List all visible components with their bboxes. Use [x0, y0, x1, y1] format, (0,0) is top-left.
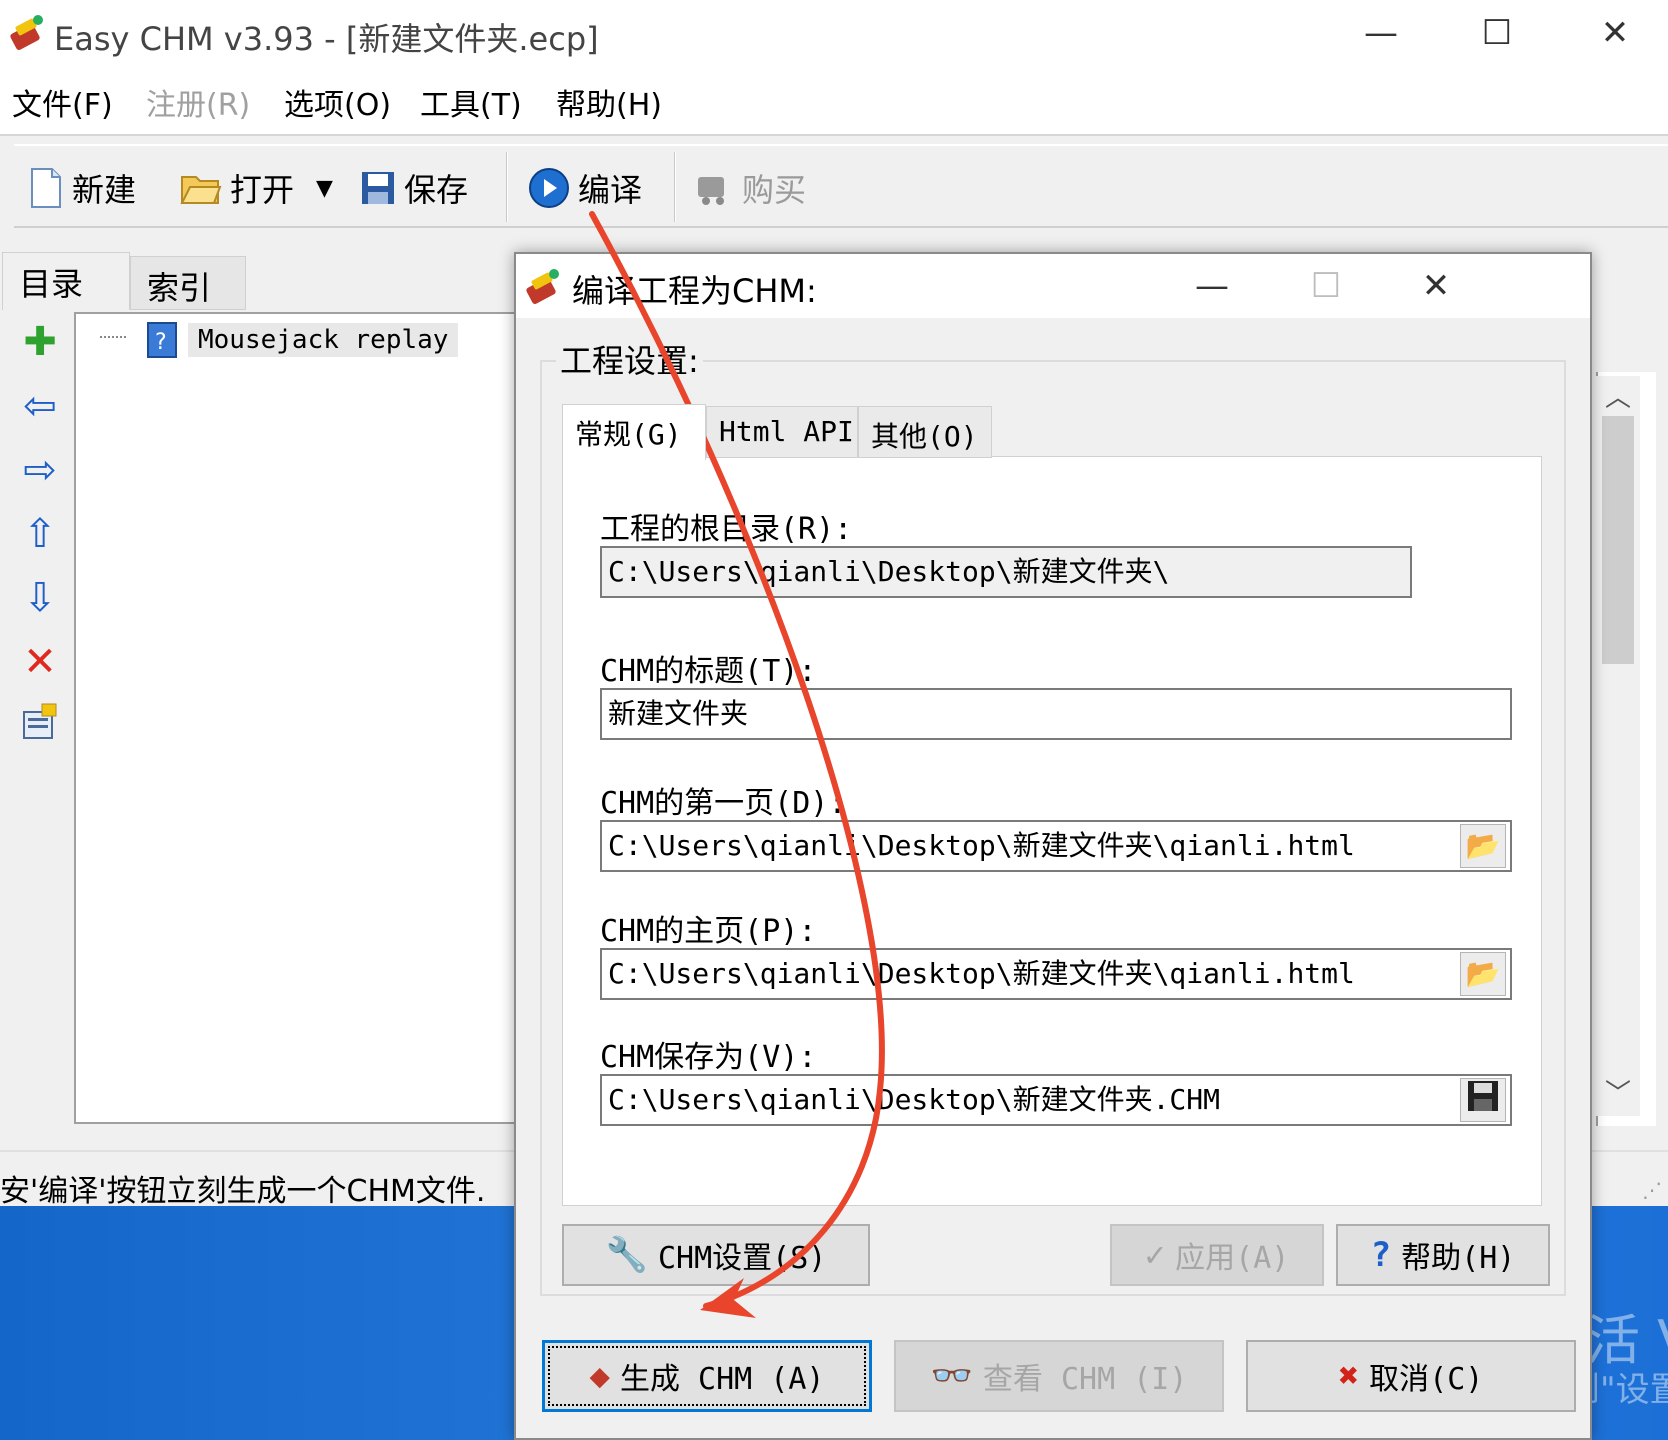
menu-tools[interactable]: 工具(T) — [420, 80, 522, 124]
play-compile-icon — [529, 168, 569, 208]
dialog-maximize-button: ☐ — [1310, 266, 1342, 306]
tree-item-label: Mousejack replay — [188, 323, 459, 357]
folder-open-icon: 📂 — [1465, 957, 1501, 990]
open-folder-icon — [180, 176, 222, 204]
menu-bar: 文件(F) 注册(R) 选项(O) 工具(T) 帮助(H) — [0, 66, 1668, 136]
view-chm-button[interactable]: 👓 查看 CHM (I) — [894, 1340, 1224, 1412]
apply-label: 应用(A) — [1175, 1241, 1290, 1276]
resize-grip-icon[interactable]: ⋰ — [1642, 1178, 1662, 1202]
tab-index[interactable]: 索引 — [130, 256, 246, 310]
scroll-thumb[interactable] — [1602, 416, 1634, 664]
project-settings-label: 工程设置: — [556, 336, 703, 382]
menu-options[interactable]: 选项(O) — [284, 80, 391, 124]
compile-button[interactable]: 编译 — [528, 160, 642, 216]
cancel-label: 取消(C) — [1369, 1362, 1484, 1397]
scroll-down-icon[interactable]: ﹀ — [1596, 1072, 1640, 1116]
new-button[interactable]: 新建 — [28, 160, 136, 216]
build-chm-button[interactable]: ◆ 生成 CHM (A) — [542, 1340, 872, 1412]
tab-general[interactable]: 常规(G) — [562, 404, 706, 460]
arrow-up-icon[interactable]: ⇧ — [16, 510, 64, 558]
toolbar-separator — [506, 152, 508, 222]
title-bar: Easy CHM v3.93 - [新建文件夹.ecp] — ☐ ✕ — [0, 0, 1668, 66]
view-chm-label: 查看 CHM (I) — [982, 1362, 1188, 1397]
chm-settings-label: CHM设置(S) — [657, 1241, 827, 1276]
save-label: 保存 — [404, 171, 469, 209]
maximize-button[interactable]: ☐ — [1452, 8, 1542, 58]
svg-text:?: ? — [155, 330, 167, 355]
chevron-down-icon: ▼ — [316, 175, 333, 201]
first-page-browse-button[interactable]: 📂 — [1460, 824, 1506, 868]
status-text: 安'编译'按钮立刻生成一个CHM文件. — [0, 1174, 486, 1209]
open-dropdown-button[interactable]: ▼ — [316, 160, 333, 216]
close-button[interactable]: ✕ — [1570, 8, 1660, 58]
checkmark-icon: ✓ — [1144, 1235, 1166, 1275]
save-disk-icon — [1468, 1081, 1498, 1111]
arrow-right-icon[interactable]: ⇨ — [16, 446, 64, 494]
open-button[interactable]: 打开 — [180, 160, 294, 216]
minimize-button[interactable]: — — [1336, 8, 1426, 58]
dialog-title: 编译工程为CHM: — [572, 272, 817, 310]
menu-register[interactable]: 注册(R) — [146, 80, 250, 124]
page-icon: ? — [147, 322, 177, 358]
root-dir-field[interactable]: C:\Users\qianli\Desktop\新建文件夹\ — [600, 546, 1412, 598]
arrow-down-icon[interactable]: ⇩ — [16, 574, 64, 622]
folder-open-icon: 📂 — [1465, 829, 1501, 862]
compile-label: 编译 — [578, 171, 643, 209]
home-page-field[interactable]: C:\Users\qianli\Desktop\新建文件夹\qianli.htm… — [600, 948, 1512, 1000]
menu-help[interactable]: 帮助(H) — [556, 80, 662, 124]
apply-button[interactable]: ✓ 应用(A) — [1110, 1224, 1324, 1286]
dialog-title-bar: 编译工程为CHM: — ☐ ✕ — [516, 254, 1590, 318]
save-button[interactable]: 保存 — [360, 160, 468, 216]
save-as-field[interactable]: C:\Users\qianli\Desktop\新建文件夹.CHM — [600, 1074, 1512, 1126]
new-label: 新建 — [72, 171, 137, 209]
buy-label: 购买 — [742, 171, 807, 209]
cancel-x-icon: ✖ — [1338, 1356, 1360, 1396]
glasses-icon: 👓 — [930, 1356, 973, 1396]
home-page-browse-button[interactable]: 📂 — [1460, 952, 1506, 996]
save-as-label: CHM保存为(V): — [600, 1040, 817, 1075]
home-page-label: CHM的主页(P): — [600, 914, 817, 949]
chm-settings-button[interactable]: 🔧 CHM设置(S) — [562, 1224, 870, 1286]
help-button[interactable]: ? 帮助(H) — [1336, 1224, 1550, 1286]
buy-cart-icon — [698, 177, 724, 205]
tab-other[interactable]: 其他(O) — [858, 406, 992, 458]
app-icon — [10, 15, 43, 50]
dialog-minimize-button[interactable]: — — [1172, 260, 1252, 312]
build-chm-label: 生成 CHM (A) — [619, 1362, 825, 1397]
first-page-field[interactable]: C:\Users\qianli\Desktop\新建文件夹\qianli.htm… — [600, 820, 1512, 872]
add-icon[interactable]: ✚ — [16, 318, 64, 366]
menu-file[interactable]: 文件(F) — [12, 80, 113, 124]
new-document-icon — [31, 168, 61, 208]
help-label: 帮助(H) — [1401, 1241, 1516, 1276]
help-icon: ? — [1370, 1235, 1392, 1275]
tree-connector — [100, 336, 126, 338]
cancel-button[interactable]: ✖ 取消(C) — [1246, 1340, 1576, 1412]
chm-title-field[interactable]: 新建文件夹 — [600, 688, 1512, 740]
chm-title-label: CHM的标题(T): — [600, 654, 817, 689]
book-icon: ◆ — [589, 1356, 610, 1396]
first-page-label: CHM的第一页(D): — [600, 786, 847, 821]
properties-icon[interactable] — [16, 702, 64, 750]
root-dir-label: 工程的根目录(R): — [600, 512, 853, 547]
buy-button[interactable]: 购买 — [694, 160, 806, 216]
properties-svg — [23, 703, 57, 739]
scroll-up-icon[interactable]: ︿ — [1596, 376, 1640, 420]
window-title: Easy CHM v3.93 - [新建文件夹.ecp] — [54, 20, 599, 58]
save-disk-icon — [362, 172, 394, 204]
toolbar: 新建 打开 ▼ 保存 编译 购买 — [14, 144, 1668, 228]
open-label: 打开 — [230, 171, 295, 209]
arrow-left-icon[interactable]: ⇦ — [16, 382, 64, 430]
delete-icon[interactable]: ✕ — [16, 638, 64, 686]
tab-html-api[interactable]: Html API — [706, 406, 858, 458]
dialog-close-button[interactable]: ✕ — [1396, 260, 1476, 312]
settings-icon: 🔧 — [605, 1235, 648, 1275]
vertical-scrollbar[interactable]: ︿ ﹀ — [1596, 376, 1640, 1116]
save-as-browse-button[interactable] — [1460, 1078, 1506, 1122]
toc-tree[interactable] — [74, 312, 528, 1124]
tree-item[interactable]: ? Mousejack replay — [146, 318, 459, 362]
dialog-app-icon — [526, 269, 559, 304]
toolbar-separator — [674, 152, 676, 222]
tab-toc[interactable]: 目录 — [2, 252, 130, 310]
